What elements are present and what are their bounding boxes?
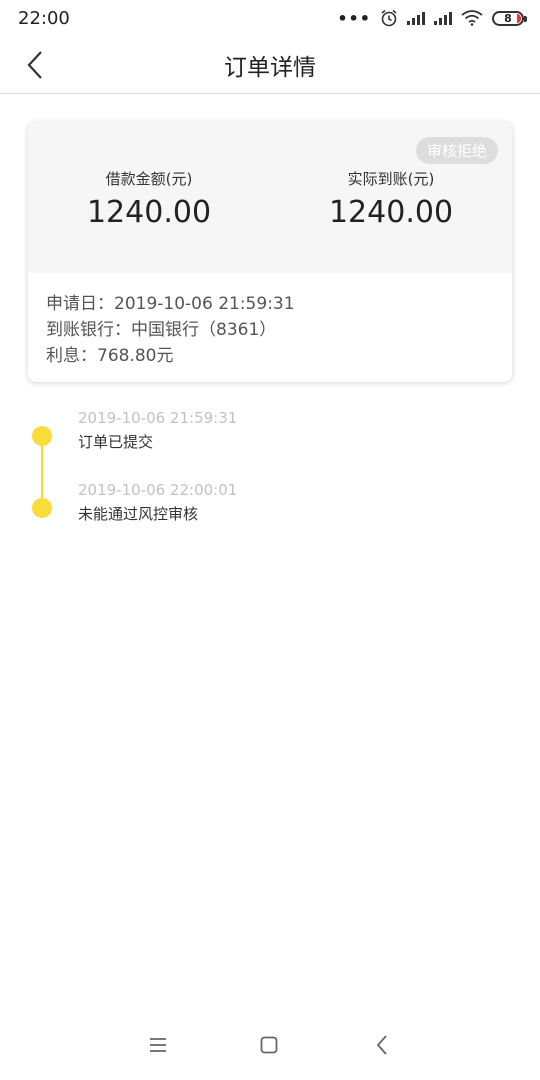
chevron-left-icon	[376, 1035, 387, 1055]
system-nav-bar	[0, 1014, 540, 1080]
alarm-icon	[381, 9, 397, 27]
nav-bar: 订单详情	[0, 36, 540, 94]
loan-amount-block: 借款金额(元) 1240.00	[28, 122, 270, 273]
order-summary-card: 审核拒绝 借款金额(元) 1240.00 实际到账(元) 1240.00 申请日…	[28, 122, 512, 382]
apply-date: 申请日：2019-10-06 21:59:31	[46, 294, 295, 314]
battery-level: 8	[504, 11, 512, 25]
timeline-dot	[32, 426, 52, 446]
interest: 利息：768.80元	[46, 346, 174, 366]
actual-amount-value: 1240.00	[328, 195, 454, 230]
timeline-time: 2019-10-06 21:59:31	[78, 409, 238, 427]
timeline-time: 2019-10-06 22:00:01	[78, 481, 238, 499]
menu-icon	[150, 1038, 166, 1052]
chevron-left-icon	[27, 51, 42, 79]
timeline-text: 未能通过风控审核	[78, 505, 199, 523]
status-time: 22:00	[18, 7, 70, 29]
home-icon	[260, 1036, 278, 1054]
timeline-text: 订单已提交	[78, 433, 154, 451]
menu-button[interactable]	[148, 1036, 168, 1058]
actual-amount-label: 实际到账(元)	[347, 170, 435, 188]
home-button[interactable]	[259, 1035, 279, 1059]
back-button[interactable]	[20, 48, 50, 82]
signal-icon-1	[407, 11, 425, 25]
battery-icon: 8	[492, 10, 527, 26]
order-info-section: 申请日：2019-10-06 21:59:31 到账银行：中国银行（8361） …	[28, 273, 512, 369]
loan-amount-label: 借款金额(元)	[105, 170, 193, 188]
timeline-dot	[32, 498, 52, 518]
amount-section: 审核拒绝 借款金额(元) 1240.00 实际到账(元) 1240.00	[28, 122, 512, 273]
receiving-bank: 到账银行：中国银行（8361）	[46, 320, 277, 340]
more-dots-icon: •••	[337, 8, 371, 28]
signal-icon-2	[434, 11, 452, 25]
loan-amount-value: 1240.00	[86, 195, 212, 230]
wifi-icon	[461, 10, 483, 26]
page-title: 订单详情	[224, 54, 316, 81]
status-badge: 审核拒绝	[415, 137, 498, 164]
status-icons: ••• 8	[337, 8, 527, 28]
system-back-button[interactable]	[374, 1034, 390, 1060]
status-bar: 22:00 ••• 8	[0, 0, 540, 36]
